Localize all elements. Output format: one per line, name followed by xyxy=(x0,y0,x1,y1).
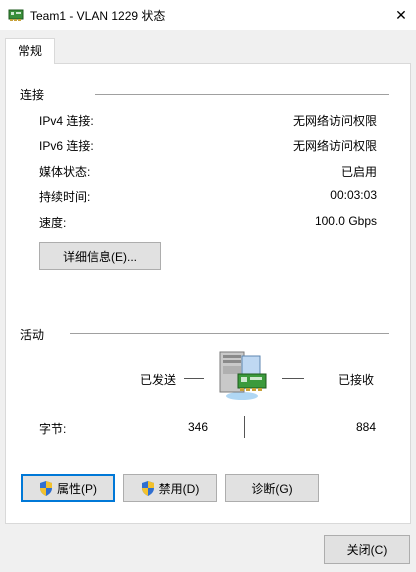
received-label: 已接收 xyxy=(338,373,375,387)
close-dialog-button[interactable]: 关闭(C) xyxy=(324,535,410,564)
bytes-received-value: 884 xyxy=(356,420,377,434)
computer-network-icon xyxy=(219,351,267,400)
bytes-label: 字节: xyxy=(39,422,67,436)
disable-button-label: 禁用(D) xyxy=(158,481,200,496)
bytes-sent-value: 346 xyxy=(188,420,209,434)
ipv4-connectivity-value: 无网络访问权限 xyxy=(292,114,377,128)
title-bar[interactable]: Team1 - VLAN 1229 状态 ✕ xyxy=(0,0,416,30)
duration-label: 持续时间: xyxy=(39,190,91,204)
tab-general[interactable]: 常规 xyxy=(5,38,55,64)
media-state-value: 已启用 xyxy=(340,165,377,179)
activity-group-label: 活动 xyxy=(20,328,45,342)
connection-group-label: 连接 xyxy=(20,88,45,102)
window-close-button[interactable]: ✕ xyxy=(386,0,416,30)
properties-button-label: 属性(P) xyxy=(57,481,97,496)
network-adapter-icon xyxy=(8,9,24,21)
window-title: Team1 - VLAN 1229 状态 xyxy=(30,9,166,23)
ipv6-connectivity-value: 无网络访问权限 xyxy=(292,139,377,153)
uac-shield-icon xyxy=(141,480,154,496)
media-state-label: 媒体状态: xyxy=(39,165,91,179)
speed-label: 速度: xyxy=(39,216,67,230)
speed-value: 100.0 Gbps xyxy=(314,214,377,228)
activity-group-divider xyxy=(70,333,389,334)
diagnose-button[interactable]: 诊断(G) xyxy=(225,474,319,502)
sent-label: 已发送 xyxy=(140,373,177,387)
details-button[interactable]: 详细信息(E)... xyxy=(39,242,161,270)
connection-group-divider xyxy=(95,94,389,95)
duration-value: 00:03:03 xyxy=(330,188,377,202)
general-panel xyxy=(5,63,411,524)
received-dash xyxy=(282,378,304,379)
disable-button[interactable]: 禁用(D) xyxy=(123,474,217,502)
bytes-separator xyxy=(244,416,245,438)
properties-button[interactable]: 属性(P) xyxy=(21,474,115,502)
ipv4-connectivity-label: IPv4 连接: xyxy=(39,114,94,128)
uac-shield-icon xyxy=(40,480,52,496)
ipv6-connectivity-label: IPv6 连接: xyxy=(39,139,94,153)
sent-dash xyxy=(184,378,204,379)
